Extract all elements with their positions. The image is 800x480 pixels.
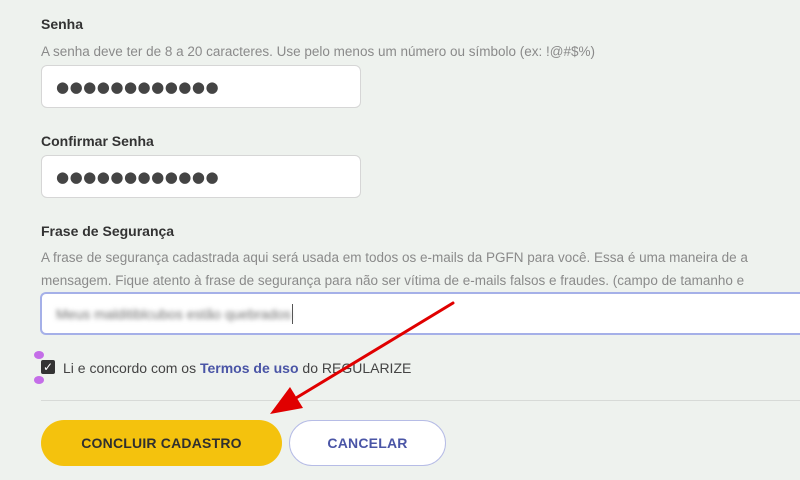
password-help-text: A senha deve ter de 8 a 20 caracteres. U… (41, 44, 595, 59)
password-value: ●●●●●●●●●●●● (56, 77, 220, 96)
confirm-password-value: ●●●●●●●●●●●● (56, 167, 220, 186)
security-phrase-help-line-1: A frase de segurança cadastrada aqui ser… (41, 250, 748, 265)
divider (41, 400, 800, 401)
password-label: Senha (41, 16, 84, 32)
password-field[interactable]: ●●●●●●●●●●●● (41, 65, 361, 108)
selection-handle-top (34, 351, 44, 359)
security-phrase-value: Meus malditiblcubos estão quebrados (56, 305, 292, 322)
submit-button[interactable]: CONCLUIR CADASTRO (41, 420, 282, 466)
security-phrase-field[interactable]: Meus malditiblcubos estão quebrados (40, 292, 800, 335)
terms-label: Li e concordo com os Termos de uso do RE… (63, 360, 411, 376)
security-phrase-help-line-2: mensagem. Fique atento à frase de segura… (41, 273, 745, 288)
terms-suffix: do REGULARIZE (298, 360, 412, 376)
terms-prefix: Li e concordo com os (63, 360, 200, 376)
confirm-password-label: Confirmar Senha (41, 133, 154, 149)
security-phrase-label: Frase de Segurança (41, 223, 175, 239)
selection-handle-bottom (34, 376, 44, 384)
cancel-button[interactable]: CANCELAR (289, 420, 446, 466)
terms-of-use-link[interactable]: Termos de uso (200, 360, 299, 376)
confirm-password-field[interactable]: ●●●●●●●●●●●● (41, 155, 361, 198)
text-cursor (292, 303, 294, 324)
terms-checkbox[interactable]: ✓ (41, 360, 55, 374)
